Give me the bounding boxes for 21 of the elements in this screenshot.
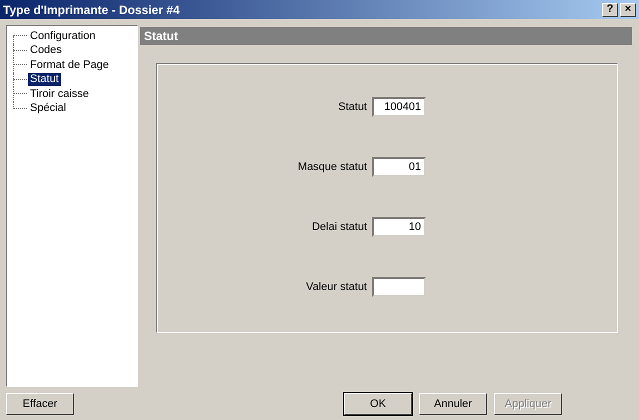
input-field[interactable]: 10 bbox=[372, 217, 426, 237]
input-field[interactable]: 100401 bbox=[372, 97, 426, 117]
tree-item[interactable]: Configuration bbox=[28, 30, 98, 43]
field-label: Delai statut bbox=[310, 221, 368, 233]
tree-item[interactable]: Spécial bbox=[28, 102, 68, 116]
window-title: Type d'Imprimante - Dossier #4 bbox=[3, 2, 181, 16]
field-label: Statut bbox=[337, 101, 368, 113]
input-field[interactable] bbox=[372, 277, 426, 297]
tree-item[interactable]: Statut bbox=[28, 73, 61, 86]
help-button[interactable]: ? bbox=[602, 2, 618, 16]
page-header: Statut bbox=[140, 27, 632, 45]
tree-item[interactable]: Tiroir caisse bbox=[28, 88, 91, 101]
dialog-button[interactable]: Annuler bbox=[419, 393, 487, 415]
field-label: Valeur statut bbox=[305, 281, 368, 293]
dialog-button[interactable]: Effacer bbox=[6, 393, 74, 415]
tree-item[interactable]: Format de Page bbox=[28, 58, 111, 72]
tree-item[interactable]: Codes bbox=[28, 44, 64, 58]
field-label: Masque statut bbox=[296, 161, 368, 173]
close-button[interactable]: × bbox=[620, 2, 636, 16]
input-field[interactable]: 01 bbox=[372, 157, 426, 177]
dialog-button[interactable]: OK bbox=[344, 393, 412, 415]
